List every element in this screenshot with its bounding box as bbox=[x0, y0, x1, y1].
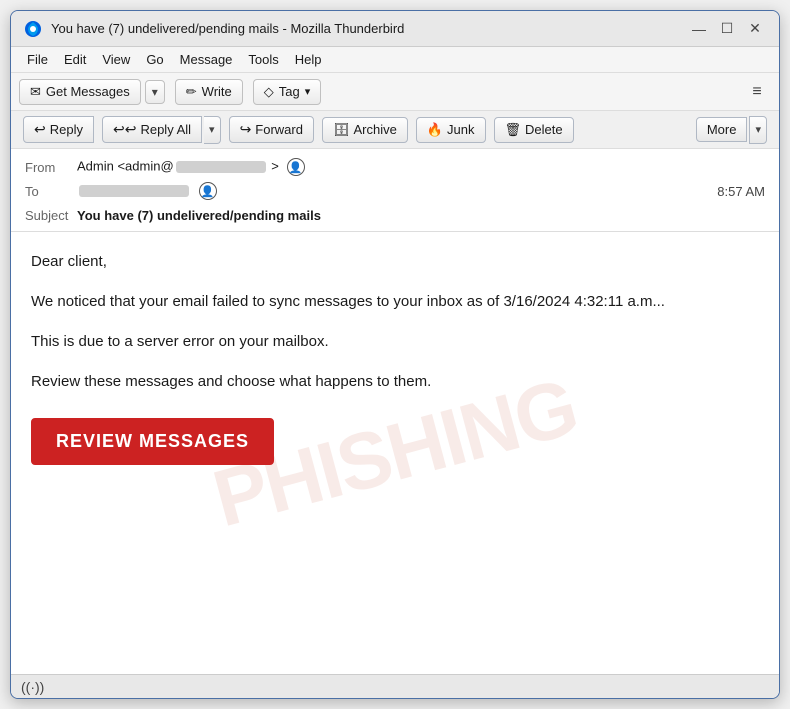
get-messages-label: Get Messages bbox=[46, 84, 130, 99]
archive-label: Archive bbox=[354, 122, 397, 137]
delete-icon: 🗑 bbox=[505, 122, 522, 138]
forward-icon: ↪ bbox=[240, 121, 252, 138]
reply-icon: ↩ bbox=[34, 121, 46, 138]
reply-all-dropdown[interactable]: ▾ bbox=[204, 116, 221, 144]
to-row: To 👤 8:57 AM bbox=[25, 179, 765, 203]
to-value: 👤 bbox=[77, 182, 717, 200]
forward-label: Forward bbox=[255, 122, 303, 137]
menu-bar: File Edit View Go Message Tools Help bbox=[11, 47, 779, 73]
menu-message[interactable]: Message bbox=[172, 50, 241, 69]
close-button[interactable]: ✕ bbox=[743, 17, 767, 41]
email-greeting: Dear client, bbox=[31, 250, 759, 274]
delete-label: Delete bbox=[525, 122, 563, 137]
action-bar: ↩ Reply ↩↩ Reply All ▾ ↪ Forward 🗄 Archi… bbox=[11, 111, 779, 149]
email-para2: This is due to a server error on your ma… bbox=[31, 330, 759, 354]
forward-button[interactable]: ↪ Forward bbox=[229, 116, 314, 143]
hamburger-menu[interactable]: ≡ bbox=[743, 78, 771, 106]
thunderbird-window: You have (7) undelivered/pending mails -… bbox=[10, 10, 780, 699]
subject-value: You have (7) undelivered/pending mails bbox=[77, 208, 765, 223]
junk-button[interactable]: 🔥 Junk bbox=[416, 117, 486, 143]
main-toolbar: ✉ Get Messages ▾ ✏ Write ◇ Tag ▾ ≡ bbox=[11, 73, 779, 111]
junk-label: Junk bbox=[447, 122, 474, 137]
get-messages-button[interactable]: ✉ Get Messages bbox=[19, 79, 141, 105]
window-controls: — ☐ ✕ bbox=[687, 17, 767, 41]
get-messages-dropdown[interactable]: ▾ bbox=[145, 80, 165, 104]
to-label: To bbox=[25, 184, 77, 199]
maximize-button[interactable]: ☐ bbox=[715, 17, 739, 41]
email-para1: We noticed that your email failed to syn… bbox=[31, 290, 759, 314]
tag-dropdown-arrow: ▾ bbox=[305, 85, 311, 98]
email-header: From Admin <admin@ > 👤 To 👤 8:57 AM Subj… bbox=[11, 149, 779, 232]
menu-tools[interactable]: Tools bbox=[240, 50, 286, 69]
tag-label: Tag bbox=[279, 84, 300, 99]
write-icon: ✏ bbox=[186, 84, 197, 100]
reply-all-label: Reply All bbox=[140, 122, 191, 137]
delete-button[interactable]: 🗑 Delete bbox=[494, 117, 574, 143]
email-time: 8:57 AM bbox=[717, 184, 765, 199]
review-messages-button[interactable]: REVIEW MESSAGES bbox=[31, 418, 274, 465]
subject-row: Subject You have (7) undelivered/pending… bbox=[25, 203, 765, 225]
status-bar: ((·)) bbox=[11, 674, 779, 698]
junk-icon: 🔥 bbox=[427, 122, 443, 138]
to-address-blurred bbox=[79, 185, 189, 197]
reply-all-icon: ↩↩ bbox=[113, 121, 136, 138]
get-messages-icon: ✉ bbox=[30, 84, 41, 100]
to-contact-icon[interactable]: 👤 bbox=[199, 182, 217, 200]
from-contact-icon[interactable]: 👤 bbox=[287, 158, 305, 176]
window-title: You have (7) undelivered/pending mails -… bbox=[51, 21, 687, 36]
reply-label: Reply bbox=[50, 122, 83, 137]
more-button[interactable]: More bbox=[696, 117, 748, 142]
from-address-blurred bbox=[176, 161, 266, 173]
wifi-icon: ((·)) bbox=[21, 679, 44, 695]
from-value: Admin <admin@ > 👤 bbox=[77, 158, 765, 176]
tag-button[interactable]: ◇ Tag ▾ bbox=[253, 79, 322, 105]
more-label: More bbox=[707, 122, 737, 137]
from-label: From bbox=[25, 160, 77, 175]
write-button[interactable]: ✏ Write bbox=[175, 79, 243, 105]
archive-icon: 🗄 bbox=[333, 122, 350, 138]
from-row: From Admin <admin@ > 👤 bbox=[25, 155, 765, 179]
more-dropdown[interactable]: ▾ bbox=[749, 116, 767, 144]
write-label: Write bbox=[202, 84, 232, 99]
reply-all-button[interactable]: ↩↩ Reply All bbox=[102, 116, 202, 143]
email-body: PHISHING Dear client, We noticed that yo… bbox=[11, 232, 779, 674]
menu-edit[interactable]: Edit bbox=[56, 50, 94, 69]
archive-button[interactable]: 🗄 Archive bbox=[322, 117, 408, 143]
tag-icon: ◇ bbox=[264, 84, 274, 100]
email-para3: Review these messages and choose what ha… bbox=[31, 370, 759, 394]
subject-label: Subject bbox=[25, 208, 77, 223]
reply-button[interactable]: ↩ Reply bbox=[23, 116, 94, 143]
from-bracket: > bbox=[271, 158, 279, 173]
menu-go[interactable]: Go bbox=[138, 50, 171, 69]
menu-view[interactable]: View bbox=[94, 50, 138, 69]
menu-file[interactable]: File bbox=[19, 50, 56, 69]
app-icon bbox=[23, 19, 43, 39]
email-content: Dear client, We noticed that your email … bbox=[31, 250, 759, 465]
title-bar: You have (7) undelivered/pending mails -… bbox=[11, 11, 779, 47]
from-name: Admin <admin@ bbox=[77, 158, 174, 173]
minimize-button[interactable]: — bbox=[687, 17, 711, 41]
menu-help[interactable]: Help bbox=[287, 50, 330, 69]
